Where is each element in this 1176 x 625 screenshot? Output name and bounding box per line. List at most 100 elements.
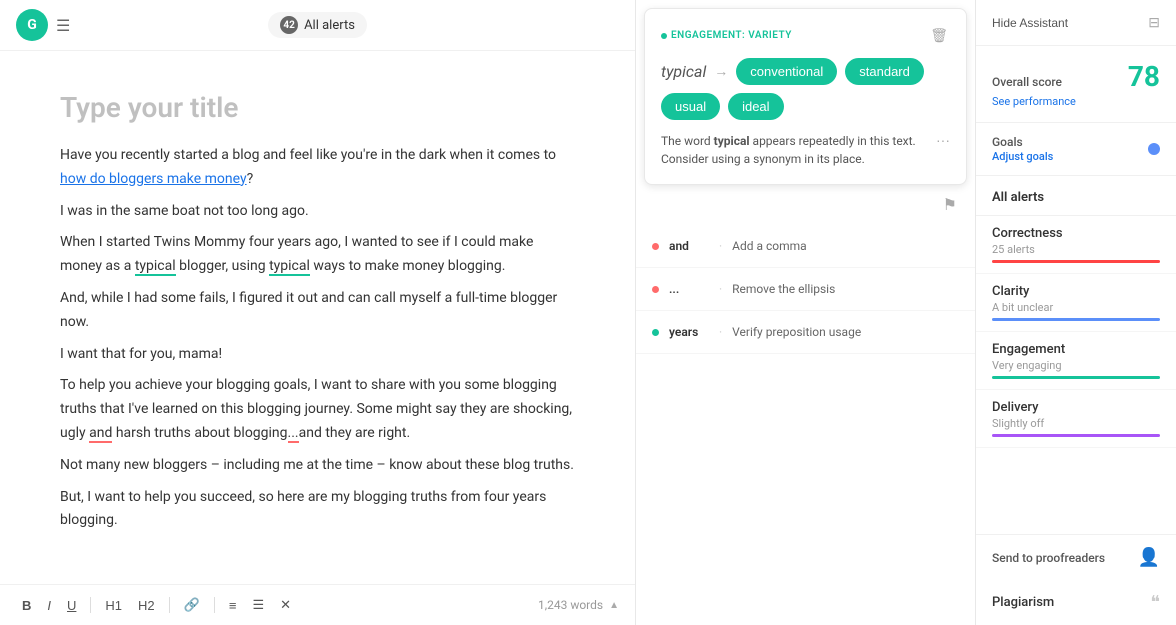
metric-engagement-sub: Very engaging xyxy=(992,359,1160,372)
goals-main-label: Goals xyxy=(992,135,1023,149)
alert-item-sep-2: · xyxy=(719,282,722,296)
metric-delivery-bar xyxy=(992,434,1160,437)
metric-clarity-sub: A bit unclear xyxy=(992,301,1160,314)
metric-clarity[interactable]: Clarity A bit unclear xyxy=(976,274,1176,332)
toolbar-separator-1 xyxy=(90,597,91,613)
all-alerts-label: All alerts xyxy=(992,190,1044,205)
alert-tag: ENGAGEMENT: VARIETY xyxy=(661,30,792,41)
quote-icon: ❝ xyxy=(1150,592,1160,613)
doc-paragraph-6: To help you achieve your blogging goals,… xyxy=(60,374,575,445)
alert-item-desc-years: Verify preposition usage xyxy=(732,325,861,339)
suggestion-usual[interactable]: usual xyxy=(661,93,720,120)
grammarly-logo: G ☰ xyxy=(16,9,70,41)
doc-paragraph-1: Have you recently started a blog and fee… xyxy=(60,144,575,192)
alert-card-header: ENGAGEMENT: VARIETY 🗑 xyxy=(661,25,950,46)
hide-assistant-button[interactable]: Hide Assistant xyxy=(992,16,1068,30)
alert-card-actions: 🗑 xyxy=(928,25,950,46)
editor-content[interactable]: Type your title Have you recently starte… xyxy=(0,51,635,584)
alert-item-word-years: years xyxy=(669,325,709,339)
all-alerts-section: All alerts xyxy=(976,176,1176,216)
suggestion-standard[interactable]: standard xyxy=(845,58,924,85)
alert-dot-years xyxy=(652,329,659,336)
sidebar-layout-icon[interactable]: ⊟ xyxy=(1148,14,1160,31)
bold-button[interactable]: B xyxy=(16,594,37,617)
word-count: 1,243 words xyxy=(538,598,603,612)
metric-correctness-name: Correctness xyxy=(992,226,1160,241)
alerts-panel: ENGAGEMENT: VARIETY 🗑 typical → conventi… xyxy=(636,0,976,625)
alert-tag-dot xyxy=(661,33,667,39)
doc-title[interactable]: Type your title xyxy=(60,91,575,124)
unordered-list-button[interactable]: ☰ xyxy=(246,593,270,617)
arrow-icon: → xyxy=(714,63,728,80)
overall-score-section: Overall score 78 See performance xyxy=(976,46,1176,123)
menu-icon[interactable]: ☰ xyxy=(56,16,70,35)
doc-paragraph-2: I was in the same boat not too long ago. xyxy=(60,200,575,224)
word-count-expand-icon[interactable]: ▲ xyxy=(609,600,619,611)
metric-delivery-sub: Slightly off xyxy=(992,417,1160,430)
alert-explanation: The word typical appears repeatedly in t… xyxy=(661,132,950,168)
highlight-and: and xyxy=(89,425,112,443)
metric-correctness-bar xyxy=(992,260,1160,263)
link-text[interactable]: how do bloggers make money xyxy=(60,171,247,187)
proofreader-icon: 👤 xyxy=(1138,547,1160,568)
h2-button[interactable]: H2 xyxy=(132,594,161,617)
toolbar-separator-3 xyxy=(214,597,215,613)
goals-label: Goals Adjust goals xyxy=(992,135,1053,163)
editor-header: G ☰ 42 All alerts xyxy=(0,0,635,51)
sidebar-header: Hide Assistant ⊟ xyxy=(976,0,1176,46)
metric-correctness[interactable]: Correctness 25 alerts xyxy=(976,216,1176,274)
highlight-typical: typical xyxy=(135,258,176,276)
alert-dot-ellipsis xyxy=(652,286,659,293)
send-to-proofreaders[interactable]: Send to proofreaders 👤 xyxy=(976,534,1176,580)
see-performance-link[interactable]: See performance xyxy=(992,95,1160,108)
doc-body[interactable]: Have you recently started a blog and fee… xyxy=(60,144,575,533)
clear-format-button[interactable]: ✕ xyxy=(274,593,297,617)
alert-item-ellipsis[interactable]: ... · Remove the ellipsis xyxy=(636,268,975,311)
doc-paragraph-5: I want that for you, mama! xyxy=(60,343,575,367)
overall-score-num: 78 xyxy=(1128,60,1160,93)
alert-dot-and xyxy=(652,243,659,250)
goals-dot xyxy=(1148,143,1160,155)
alert-item-word-and: and xyxy=(669,239,709,253)
editor-toolbar: B I U H1 H2 🔗 ≡ ☰ ✕ 1,243 words ▲ xyxy=(0,584,635,625)
doc-paragraph-3: When I started Twins Mommy four years ag… xyxy=(60,231,575,279)
overall-score-label: Overall score xyxy=(992,75,1062,89)
delete-alert-button[interactable]: 🗑 xyxy=(928,25,950,46)
alerts-badge[interactable]: 42 All alerts xyxy=(268,12,367,38)
metric-delivery[interactable]: Delivery Slightly off xyxy=(976,390,1176,448)
plagiarism-item[interactable]: Plagiarism ❝ xyxy=(976,580,1176,625)
alert-item-sep-3: · xyxy=(719,325,722,339)
metric-correctness-sub: 25 alerts xyxy=(992,243,1160,256)
metric-engagement-name: Engagement xyxy=(992,342,1160,357)
h1-button[interactable]: H1 xyxy=(99,594,128,617)
doc-paragraph-4: And, while I had some fails, I figured i… xyxy=(60,287,575,335)
ordered-list-button[interactable]: ≡ xyxy=(223,594,243,617)
doc-paragraph-8: But, I want to help you succeed, so here… xyxy=(60,486,575,534)
alert-item-years[interactable]: years · Verify preposition usage xyxy=(636,311,975,354)
suggestion-conventional[interactable]: conventional xyxy=(736,58,837,85)
replacement-area: typical → conventional standard usual id… xyxy=(661,58,950,120)
goals-section[interactable]: Goals Adjust goals xyxy=(976,123,1176,176)
underline-button[interactable]: U xyxy=(61,594,82,617)
metric-engagement-bar xyxy=(992,376,1160,379)
send-label: Send to proofreaders xyxy=(992,551,1105,565)
italic-button[interactable]: I xyxy=(41,594,57,617)
more-options-button[interactable]: ··· xyxy=(936,132,950,148)
toolbar-separator-2 xyxy=(169,597,170,613)
highlight-ellipsis: ... xyxy=(288,425,299,443)
flag-button[interactable]: ⚑ xyxy=(941,193,959,217)
metric-engagement[interactable]: Engagement Very engaging xyxy=(976,332,1176,390)
alerts-list: and · Add a comma ... · Remove the ellip… xyxy=(636,225,975,625)
alert-item-and[interactable]: and · Add a comma xyxy=(636,225,975,268)
overall-score-row: Overall score 78 xyxy=(992,60,1160,93)
metric-clarity-name: Clarity xyxy=(992,284,1160,299)
right-sidebar: Hide Assistant ⊟ Overall score 78 See pe… xyxy=(976,0,1176,625)
link-button[interactable]: 🔗 xyxy=(178,593,206,617)
alert-item-desc-and: Add a comma xyxy=(732,239,807,253)
metric-delivery-name: Delivery xyxy=(992,400,1160,415)
alert-explanation-text: The word typical appears repeatedly in t… xyxy=(661,132,936,168)
suggestion-ideal[interactable]: ideal xyxy=(728,93,783,120)
editor-area: G ☰ 42 All alerts Type your title Have y… xyxy=(0,0,636,625)
badge-count: 42 xyxy=(280,16,298,34)
adjust-goals-link[interactable]: Adjust goals xyxy=(992,150,1053,163)
